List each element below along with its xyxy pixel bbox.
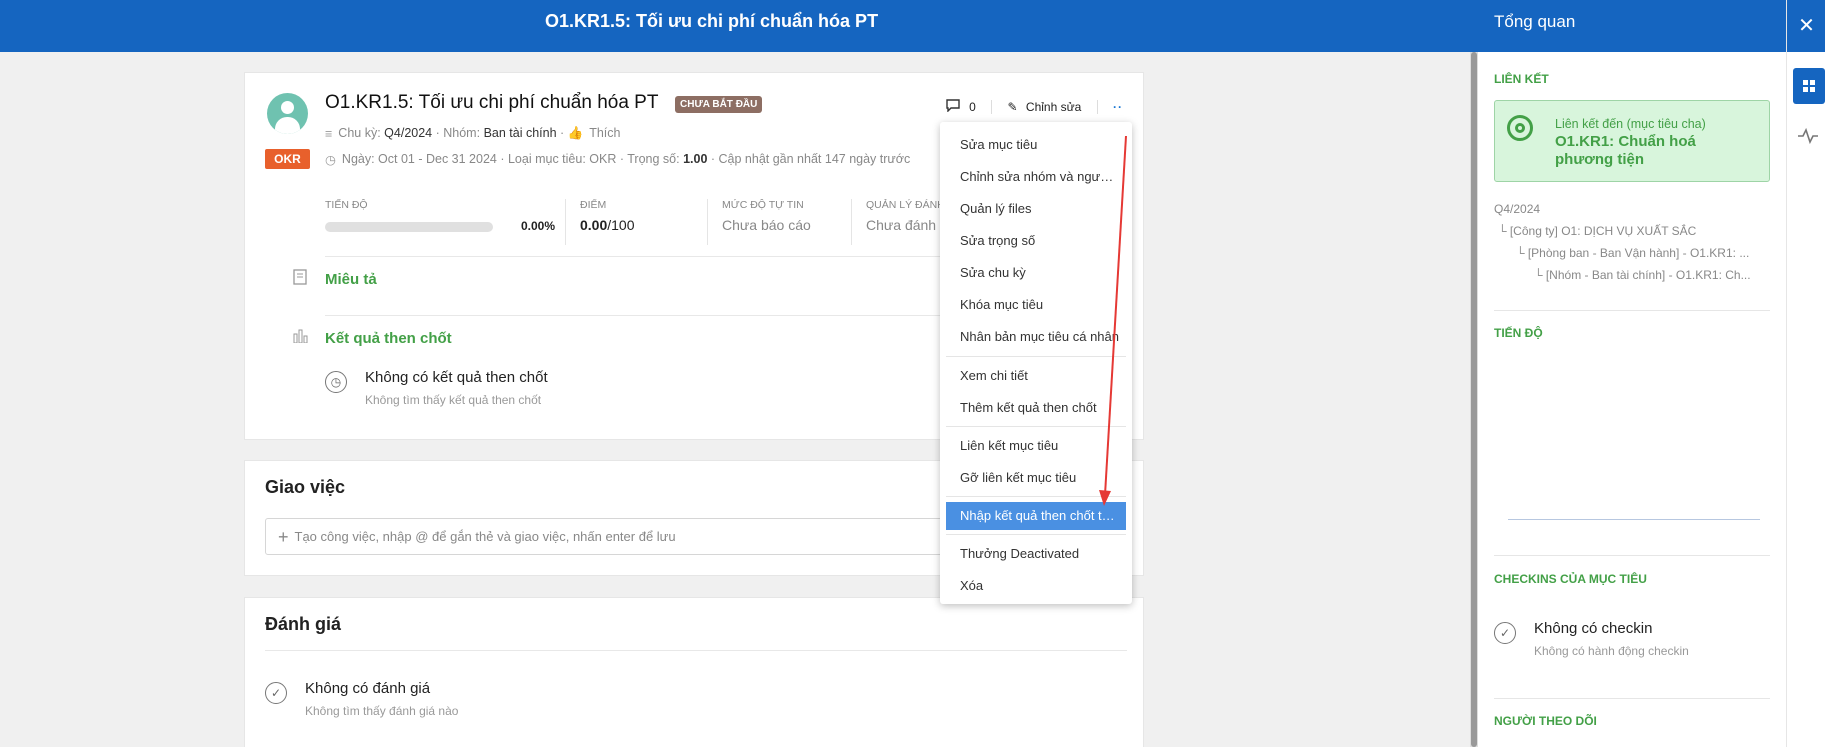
- progress-bar: [325, 222, 493, 232]
- annotation-arrow: [1099, 135, 1127, 506]
- followers-section-label: NGƯỜI THEO DÕI: [1494, 714, 1597, 728]
- description-section[interactable]: Miêu tả: [325, 271, 377, 288]
- tree-level-1[interactable]: └ [Công ty] O1: DỊCH VỤ XUẤT SẮC: [1498, 224, 1696, 238]
- avatar[interactable]: [267, 93, 308, 134]
- target-icon: [1507, 115, 1533, 141]
- comment-count[interactable]: 0: [969, 100, 976, 114]
- tree-cycle: Q4/2024: [1494, 202, 1541, 216]
- like-label[interactable]: Thích: [589, 126, 620, 140]
- activity-icon[interactable]: [1797, 126, 1819, 146]
- plus-icon: +: [278, 527, 289, 547]
- description-icon: [293, 269, 307, 288]
- divider: [1494, 698, 1770, 699]
- bar-chart-icon: [293, 329, 309, 346]
- stats-row: TIẾN ĐỘ 0.00% ĐIỂM 0.00/100 MỨC ĐỘ TỰ TI…: [325, 199, 1025, 249]
- panel-scrollbar[interactable]: [1470, 52, 1478, 747]
- clock-icon: ◷: [325, 153, 336, 168]
- tasks-title: Giao việc: [265, 477, 346, 497]
- more-options-button[interactable]: ··: [1113, 100, 1123, 114]
- parent-link-card[interactable]: Liên kết đến (mục tiêu cha) O1.KR1: Chuẩ…: [1494, 100, 1770, 182]
- divider: [1096, 100, 1098, 114]
- divider: [1494, 555, 1770, 556]
- progress-stat: TIẾN ĐỘ 0.00%: [325, 199, 556, 233]
- confidence-stat: MỨC ĐỘ TỰ TIN Chưa báo cáo: [707, 199, 835, 245]
- parent-objective[interactable]: O1.KR1: Chuẩn hoá phương tiện: [1555, 133, 1755, 169]
- menu-divider: [946, 534, 1126, 535]
- reviews-title: Đánh giá: [265, 614, 342, 634]
- grid-icon[interactable]: [1793, 68, 1825, 104]
- meta-line-dates: ◷ Ngày: Oct 01 - Dec 31 2024 · Loại mục t…: [325, 152, 911, 168]
- divider: [991, 100, 993, 114]
- menu-item-delete[interactable]: Xóa: [946, 572, 1126, 600]
- tree-level-2[interactable]: └ [Phòng ban - Ban Vận hành] - O1.KR1: .…: [1516, 246, 1749, 260]
- status-badge: CHƯA BẮT ĐẦU: [675, 96, 763, 113]
- links-section-label: LIÊN KẾT: [1494, 72, 1549, 86]
- weight-value: 1.00: [683, 152, 708, 166]
- reviews-card: Đánh giá ✓ Không có đánh giá Không tìm t…: [244, 597, 1144, 747]
- progress-section-label: TIẾN ĐỘ: [1494, 326, 1543, 340]
- panel-icon-strip: ✕: [1786, 0, 1825, 747]
- progress-chart-baseline: [1508, 519, 1760, 520]
- cycle-value[interactable]: Q4/2024: [384, 126, 432, 140]
- thumbs-up-icon[interactable]: 👍: [568, 126, 584, 141]
- tree-level-3[interactable]: └ [Nhóm - Ban tài chính] - O1.KR1: Ch...: [1534, 268, 1751, 282]
- pencil-icon[interactable]: ✎: [1008, 100, 1018, 114]
- check-circle-icon: ✓: [1494, 622, 1516, 644]
- page-title: O1.KR1.5: Tối ưu chi phí chuẩn hóa PT: [545, 11, 879, 31]
- edit-button[interactable]: Chỉnh sửa: [1026, 100, 1081, 114]
- menu-item-reward-deactivated[interactable]: Thưởng Deactivated: [946, 540, 1126, 568]
- divider: [265, 650, 1127, 651]
- comment-icon[interactable]: [946, 99, 960, 115]
- overview-panel: Tổng quan LIÊN KẾT Liên kết đến (mục tiê…: [1478, 0, 1786, 747]
- overview-header: Tổng quan: [1478, 0, 1786, 52]
- confidence-value: Chưa báo cáo: [722, 217, 811, 233]
- meta-line-cycle: ≡ Chu kỳ: Q4/2024 · Nhóm: Ban tài chính ·…: [325, 126, 621, 141]
- key-results-section[interactable]: Kết quả then chốt: [325, 330, 452, 347]
- top-header-bar: O1.KR1.5: Tối ưu chi phí chuẩn hóa PT: [0, 0, 1478, 52]
- group-value[interactable]: Ban tài chính: [484, 126, 557, 140]
- list-icon: ≡: [325, 126, 333, 141]
- objective-title: O1.KR1.5: Tối ưu chi phí chuẩn hóa PT: [325, 92, 659, 113]
- divider: [1494, 310, 1770, 311]
- check-circle-icon: ✓: [265, 682, 287, 704]
- header-actions: 0 ✎ Chỉnh sửa ··: [946, 99, 1123, 115]
- clock-icon: ◷: [325, 371, 347, 393]
- okr-type-badge: OKR: [265, 149, 310, 169]
- progress-percent: 0.00%: [521, 219, 556, 233]
- score-value: 0.00: [580, 217, 608, 233]
- close-icon[interactable]: ✕: [1787, 0, 1825, 52]
- overview-title: Tổng quan: [1494, 12, 1576, 31]
- score-stat: ĐIỂM 0.00/100: [565, 199, 693, 245]
- checkins-section-label: CHECKINS CỦA MỤC TIÊU: [1494, 572, 1647, 586]
